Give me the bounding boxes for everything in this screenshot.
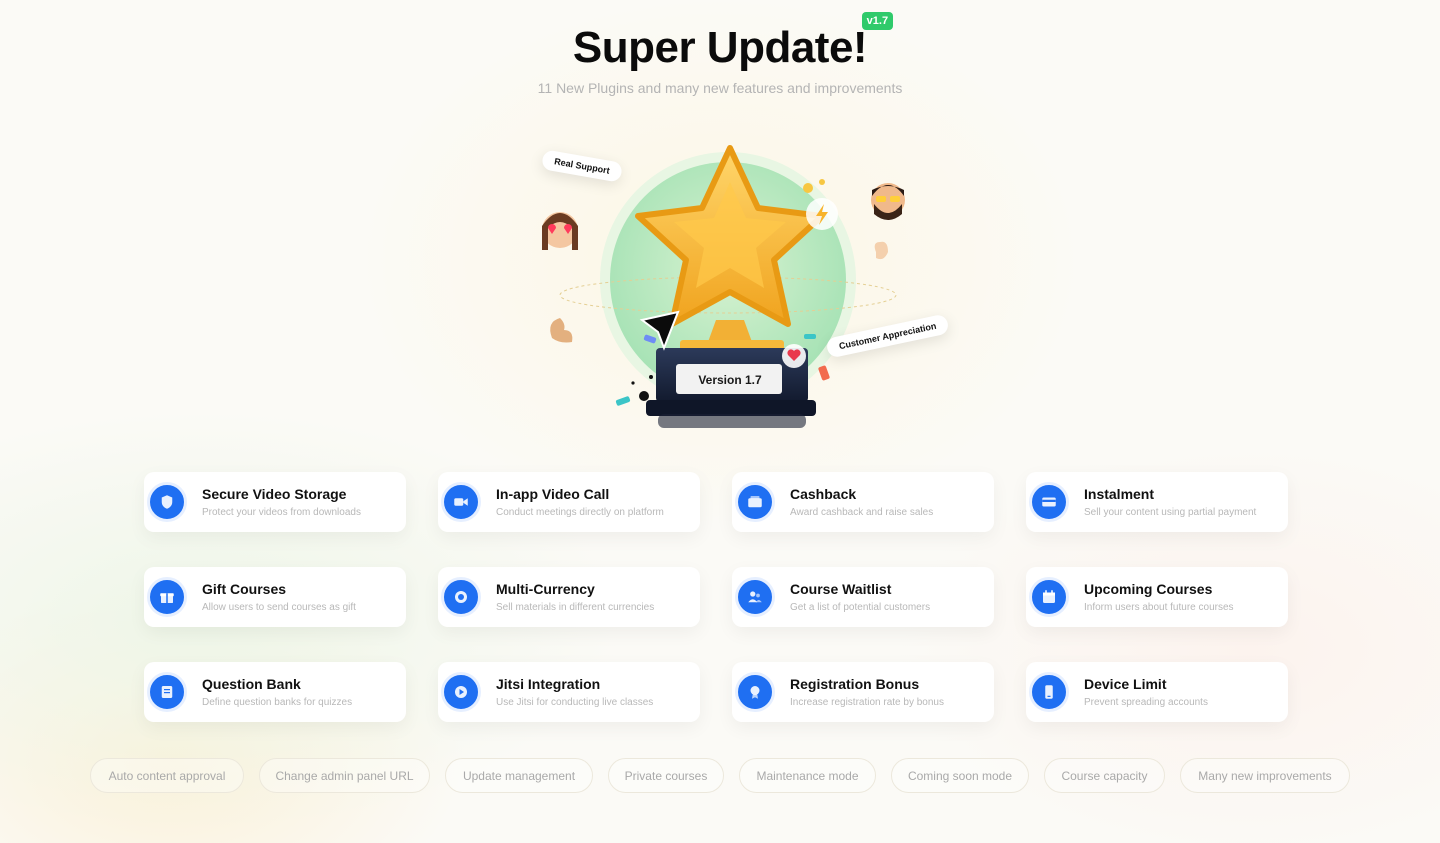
header: Super Update! v1.7 11 New Plugins and ma… bbox=[0, 12, 1440, 96]
feature-card[interactable]: Question Bank Define question banks for … bbox=[144, 662, 406, 722]
feature-title: Registration Bonus bbox=[790, 676, 920, 692]
feature-desc: Allow users to send courses as gift bbox=[202, 602, 356, 613]
feature-chip[interactable]: Course capacity bbox=[1044, 758, 1165, 793]
feature-chip[interactable]: Coming soon mode bbox=[891, 758, 1029, 793]
extra-features: Auto content approval Change admin panel… bbox=[90, 758, 1352, 794]
feature-card[interactable]: Registration Bonus Increase registration… bbox=[732, 662, 994, 722]
feature-title: Multi-Currency bbox=[496, 581, 595, 597]
feature-desc: Define question banks for quizzes bbox=[202, 697, 353, 708]
coin-icon bbox=[441, 577, 481, 617]
trophy-plate-text: Version 1.7 bbox=[698, 373, 762, 387]
video-camera-icon bbox=[441, 482, 481, 522]
feature-chip[interactable]: Change admin panel URL bbox=[259, 758, 430, 793]
feature-desc: Protect your videos from downloads bbox=[202, 507, 361, 518]
feature-grid: Secure Video Storage Protect your videos… bbox=[144, 472, 1294, 724]
feature-chip[interactable]: Many new improvements bbox=[1180, 758, 1350, 793]
card-icon bbox=[1029, 482, 1069, 522]
feature-desc: Use Jitsi for conducting live classes bbox=[496, 697, 654, 708]
feature-desc: Sell materials in different currencies bbox=[496, 602, 655, 613]
play-icon bbox=[441, 672, 481, 712]
feature-title: Secure Video Storage bbox=[202, 486, 347, 502]
gift-icon bbox=[147, 577, 187, 617]
ok-hand-emoji bbox=[874, 241, 888, 260]
shield-icon bbox=[147, 482, 187, 522]
phone-icon bbox=[1029, 672, 1069, 712]
feature-title: Cashback bbox=[790, 486, 857, 502]
feature-title: Upcoming Courses bbox=[1084, 581, 1213, 597]
feature-title: Gift Courses bbox=[202, 581, 287, 597]
feature-title: Device Limit bbox=[1084, 676, 1167, 692]
title-wrap: Super Update! v1.7 bbox=[572, 12, 894, 72]
feature-desc: Get a list of potential customers bbox=[790, 602, 931, 613]
feature-card[interactable]: Device Limit Prevent spreading accounts bbox=[1026, 662, 1288, 722]
feature-chip[interactable]: Auto content approval bbox=[90, 758, 244, 793]
document-icon bbox=[147, 672, 187, 712]
feature-chip[interactable]: Update management bbox=[445, 758, 593, 793]
page-title: Super Update! bbox=[572, 23, 868, 72]
version-badge: v1.7 bbox=[861, 12, 894, 30]
feature-card[interactable]: Cashback Award cashback and raise sales bbox=[732, 472, 994, 532]
feature-card[interactable]: Multi-Currency Sell materials in differe… bbox=[438, 567, 700, 627]
feature-card[interactable]: Jitsi Integration Use Jitsi for conducti… bbox=[438, 662, 700, 722]
feature-desc: Increase registration rate by bonus bbox=[790, 697, 944, 708]
page-subtitle: 11 New Plugins and many new features and… bbox=[537, 80, 903, 96]
feature-desc: Conduct meetings directly on platform bbox=[496, 507, 664, 518]
feature-card[interactable]: Upcoming Courses Inform users about futu… bbox=[1026, 567, 1288, 627]
feature-title: Instalment bbox=[1084, 486, 1155, 502]
feature-desc: Sell your content using partial payment bbox=[1084, 507, 1257, 518]
feature-title: In-app Video Call bbox=[496, 486, 610, 502]
feature-card[interactable]: Course Waitlist Get a list of potential … bbox=[732, 567, 994, 627]
feature-card[interactable]: Gift Courses Allow users to send courses… bbox=[144, 567, 406, 627]
wallet-icon bbox=[735, 482, 775, 522]
feature-title: Course Waitlist bbox=[790, 581, 892, 597]
feature-chip[interactable]: Private courses bbox=[608, 758, 724, 793]
feature-chip[interactable]: Maintenance mode bbox=[739, 758, 876, 793]
users-icon bbox=[735, 577, 775, 617]
feature-desc: Prevent spreading accounts bbox=[1084, 697, 1208, 708]
medal-icon bbox=[735, 672, 775, 712]
feature-card[interactable]: In-app Video Call Conduct meetings direc… bbox=[438, 472, 700, 532]
feature-title: Jitsi Integration bbox=[496, 676, 601, 692]
feature-title: Question Bank bbox=[202, 676, 301, 692]
calendar-icon bbox=[1029, 577, 1069, 617]
feature-card[interactable]: Instalment Sell your content using parti… bbox=[1026, 472, 1288, 532]
muscle-emoji bbox=[550, 318, 573, 343]
feature-card[interactable]: Secure Video Storage Protect your videos… bbox=[144, 472, 406, 532]
hero-illustration: Version 1.7 Real Support Customer Apprec… bbox=[520, 130, 950, 440]
feature-desc: Inform users about future courses bbox=[1084, 602, 1234, 613]
feature-desc: Award cashback and raise sales bbox=[790, 507, 934, 518]
